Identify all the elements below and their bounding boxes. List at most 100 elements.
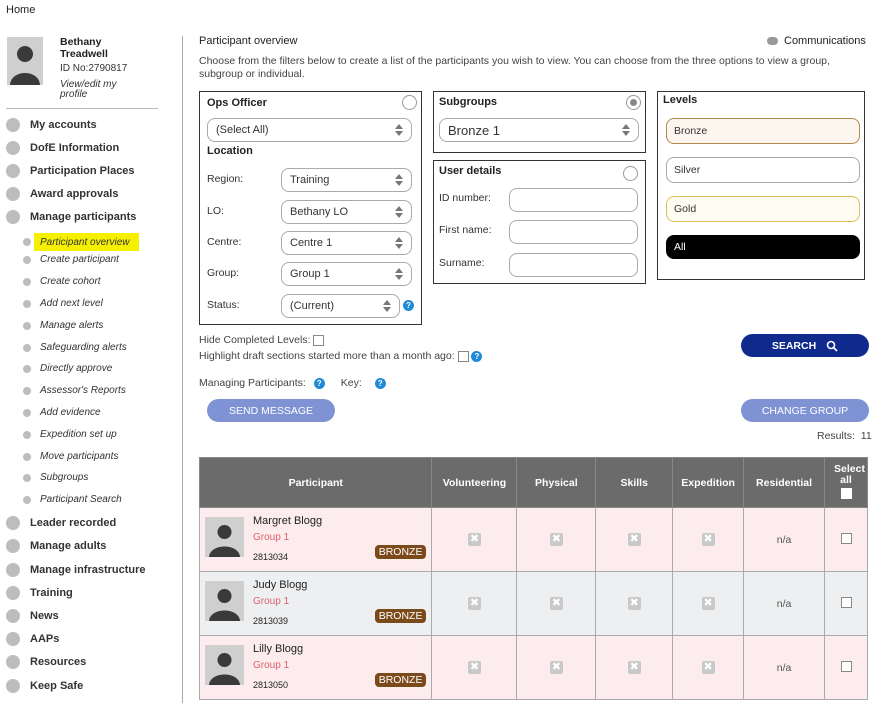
ops-officer-select[interactable]: (Select All) [207, 118, 412, 142]
subnav-item-1[interactable]: Create participant [0, 254, 119, 265]
participant-name[interactable]: Margret Blogg [253, 515, 322, 527]
volunteering-cell: ✖ [431, 507, 518, 572]
subnav-item-label: Participant overview [34, 233, 140, 251]
location-select-4[interactable]: (Current) [281, 294, 400, 318]
level-bronze[interactable]: Bronze [666, 118, 860, 144]
subgroups-radio[interactable] [626, 95, 641, 110]
select-arrows-icon [395, 174, 403, 187]
subnav-item-10[interactable]: Move participants [0, 451, 118, 462]
user-details-radio[interactable] [623, 166, 638, 181]
nav-item-1[interactable]: DofE Information [0, 141, 119, 155]
avatar [205, 581, 244, 621]
expedition-not-started-icon: ✖ [701, 533, 715, 546]
table-header-row: Participant Volunteering Physical Skills… [198, 457, 868, 508]
table-row: Margret Blogg Group 1 2813034 BRONZE ✖ ✖ ✖ ✖ n/a [198, 507, 868, 572]
participant-id: 2813050 [253, 680, 289, 690]
bullet-icon [23, 255, 31, 264]
highlight-draft-checkbox[interactable] [457, 350, 469, 362]
subnav-item-3[interactable]: Add next level [0, 298, 103, 309]
nav-item-label: AAPs [30, 633, 60, 645]
nav-item-7[interactable]: Manage infrastructure [0, 563, 146, 577]
subgroups-heading: Subgroups [439, 96, 498, 108]
profile-id: ID No:2790817 [60, 63, 128, 74]
select-all-checkbox[interactable] [840, 487, 852, 499]
level-gold[interactable]: Gold [666, 196, 860, 222]
places-icon [6, 164, 20, 178]
subnav-item-7[interactable]: Assessor's Reports [0, 385, 126, 396]
subnav-item-2[interactable]: Create cohort [0, 276, 101, 287]
nav-item-label: Resources [30, 656, 87, 668]
nav-item-label: Training [30, 587, 73, 599]
key-help-icon[interactable]: ? [374, 377, 386, 389]
header-volunteering: Volunteering [431, 457, 518, 508]
nav-item-8[interactable]: Training [0, 586, 73, 600]
change-group-button[interactable]: CHANGE GROUP [741, 399, 869, 422]
training-icon [6, 586, 20, 600]
bullet-icon [23, 321, 31, 330]
select-arrows-icon [395, 268, 403, 281]
news-icon [6, 609, 20, 623]
communications-link[interactable]: Communications [767, 35, 866, 47]
avatar [205, 517, 244, 557]
location-select-3[interactable]: Group 1 [281, 262, 412, 286]
surname-input[interactable] [509, 253, 638, 277]
search-button[interactable]: SEARCH [741, 334, 869, 357]
participant-name[interactable]: Lilly Blogg [253, 643, 303, 655]
id-number-input[interactable] [509, 188, 638, 212]
communications-label: Communications [784, 35, 866, 47]
subnav-item-5[interactable]: Safeguarding alerts [0, 342, 127, 353]
send-message-button[interactable]: SEND MESSAGE [207, 399, 335, 422]
subnav-item-6[interactable]: Directly approve [0, 363, 112, 374]
aaps-icon [6, 632, 20, 646]
subnav-item-12[interactable]: Participant Search [0, 494, 122, 505]
nav-item-12[interactable]: Keep Safe [0, 679, 83, 693]
edit-profile-link[interactable]: View/edit my profile [60, 80, 140, 100]
subnav-item-4[interactable]: Manage alerts [0, 320, 103, 331]
level-silver[interactable]: Silver [666, 157, 860, 183]
header-skills: Skills [595, 457, 674, 508]
participant-name[interactable]: Judy Blogg [253, 579, 307, 591]
subgroup-select[interactable]: Bronze 1 [439, 118, 639, 142]
status-help-icon[interactable]: ? [403, 300, 414, 311]
subnav-item-8[interactable]: Add evidence [0, 407, 101, 418]
nav-item-11[interactable]: Resources [0, 655, 86, 669]
nav-item-4[interactable]: Manage participants [0, 210, 136, 224]
key-label: Key: [340, 377, 362, 389]
nav-item-10[interactable]: AAPs [0, 632, 59, 646]
ops-officer-radio[interactable] [402, 95, 417, 110]
keepsafe-icon [6, 679, 20, 693]
skills-not-started-icon: ✖ [627, 597, 641, 610]
select-cell [824, 571, 868, 636]
location-select-0[interactable]: Training [281, 168, 412, 192]
subnav-item-11[interactable]: Subgroups [0, 472, 88, 483]
location-select-value: Group 1 [290, 268, 330, 280]
location-select-2[interactable]: Centre 1 [281, 231, 412, 255]
nav-item-0[interactable]: My accounts [0, 118, 97, 132]
subnav-item-9[interactable]: Expedition set up [0, 429, 117, 440]
user-details-heading: User details [439, 165, 502, 177]
nav-item-5[interactable]: Leader recorded [0, 516, 116, 530]
hide-completed-checkbox[interactable] [313, 334, 325, 346]
physical-not-started-icon: ✖ [549, 661, 563, 674]
nav-item-6[interactable]: Manage adults [0, 539, 106, 553]
hide-completed-text: Hide Completed Levels: [199, 334, 311, 346]
location-select-1[interactable]: Bethany LO [281, 200, 412, 224]
subnav-item-0[interactable]: Participant overview [0, 233, 140, 251]
highlight-help-icon[interactable]: ? [471, 350, 483, 362]
nav-item-9[interactable]: News [0, 609, 59, 623]
highlight-draft-label: Highlight draft sections started more th… [199, 350, 483, 362]
nav-item-label: Participation Places [30, 165, 135, 177]
breadcrumb[interactable]: Home [6, 4, 35, 16]
nav-item-2[interactable]: Participation Places [0, 164, 135, 178]
participant-group: Group 1 [253, 596, 290, 607]
managing-help-icon[interactable]: ? [313, 377, 325, 389]
row-select-checkbox[interactable] [840, 660, 852, 672]
level-all[interactable]: All [666, 235, 860, 259]
nav-item-label: News [30, 610, 59, 622]
first-name-input[interactable] [509, 220, 638, 244]
nav-item-3[interactable]: Award approvals [0, 187, 118, 201]
row-select-checkbox[interactable] [840, 532, 852, 544]
row-select-checkbox[interactable] [840, 596, 852, 608]
subnav-item-label: Safeguarding alerts [40, 342, 127, 353]
physical-cell: ✖ [516, 507, 597, 572]
